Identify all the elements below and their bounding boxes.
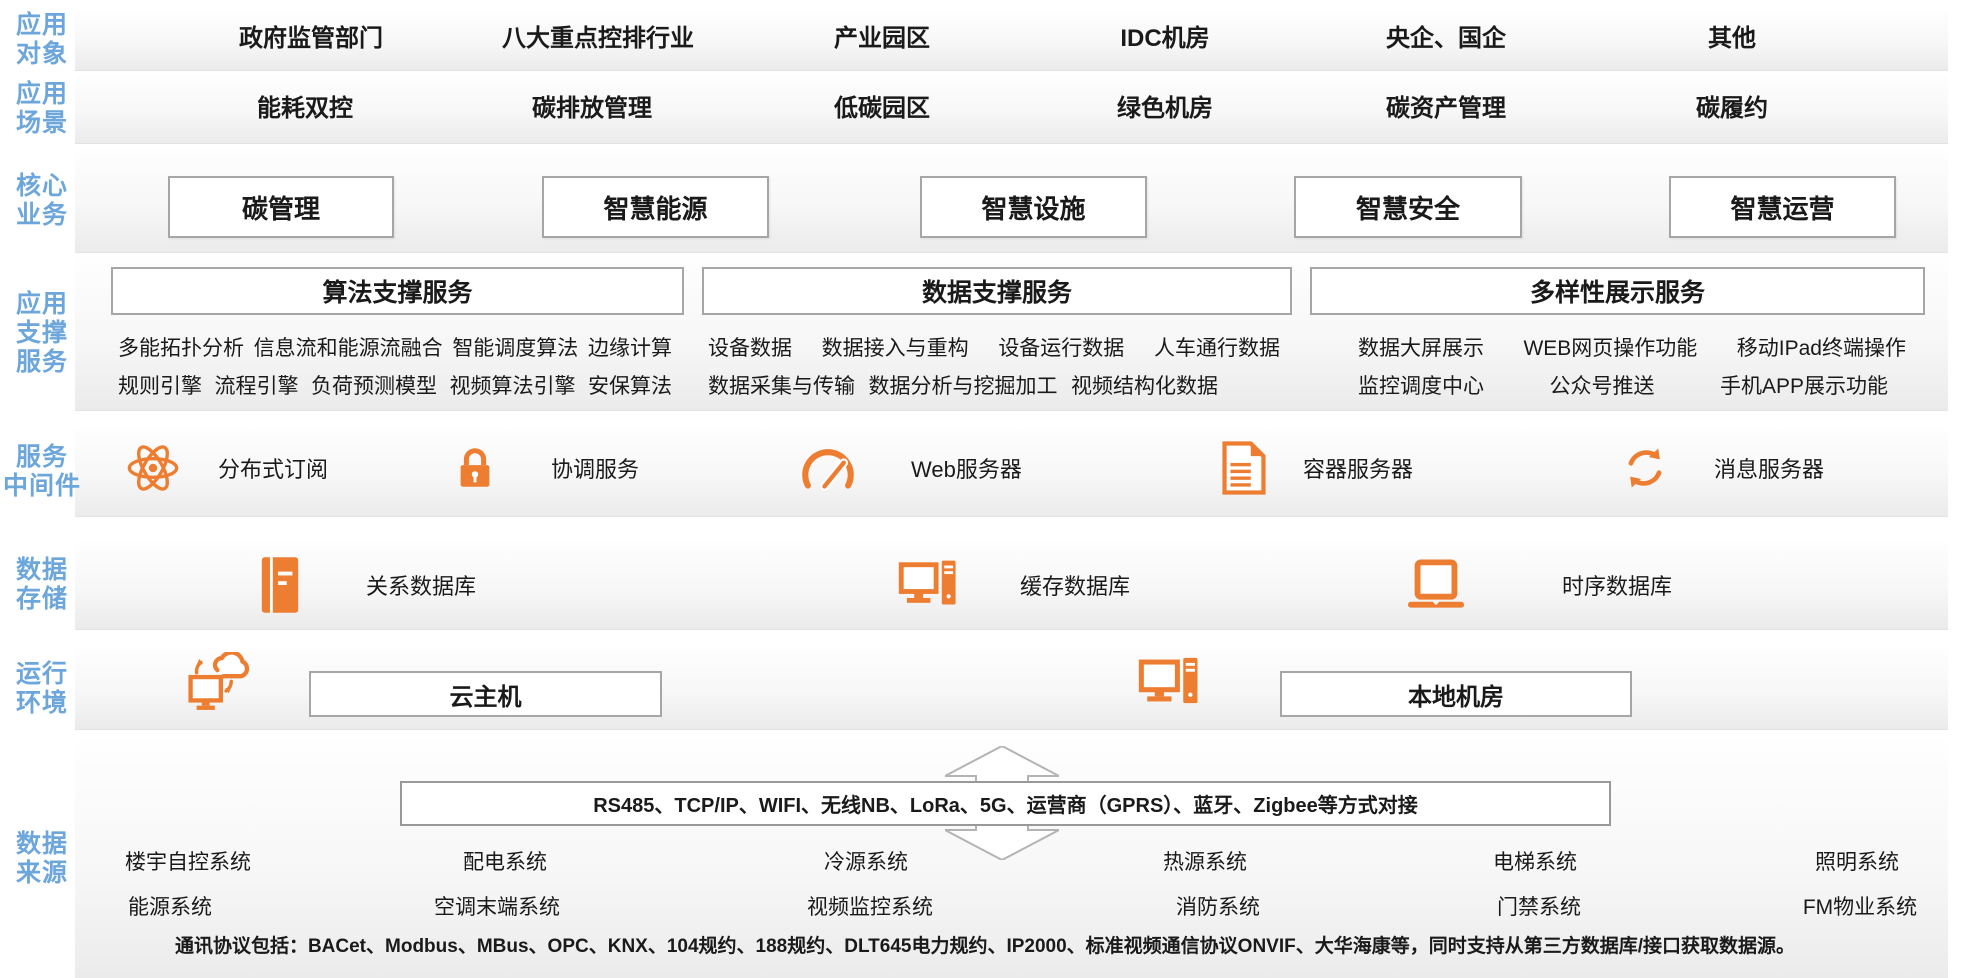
display-items-row2: 监控调度中心 公众号推送 手机APP展示功能 [1358,370,1888,400]
middleware-item: 分布式订阅 [126,436,328,500]
support-header-display: 多样性展示服务 [1310,267,1925,315]
data-items-row2: 数据采集与传输 数据分析与挖掘加工 视频结构化数据 [708,370,1218,400]
core-business-box: 碳管理 [168,176,394,238]
application-object: IDC机房 [1005,14,1325,64]
source-system: FM物业系统 [1750,891,1970,921]
data-items-row1: 设备数据 数据接入与重构 设备运行数据 人车通行数据 [708,332,1280,362]
runtime-box-local: 本地机房 [1280,671,1632,717]
row-label-core-business: 核心业务 [0,149,84,252]
application-object: 八大重点控排行业 [438,14,758,64]
desktop-icon [1138,656,1200,710]
protocol-note: 通讯协议包括：BACet、Modbus、MBus、OPC、KNX、104规约、1… [75,931,1895,958]
row-label-runtime: 运行环境 [0,648,84,729]
middleware-item: Web服务器 [800,436,1022,500]
connect-bar: RS485、TCP/IP、WIFI、无线NB、LoRa、5G、运营商（GPRS）… [400,781,1611,826]
middleware-label: 分布式订阅 [218,452,328,484]
middleware-item: 消息服务器 [1620,436,1824,500]
core-business-box: 智慧设施 [920,176,1147,238]
storage-item: 时序数据库 [1405,551,1672,619]
row-label-data-sources: 数据来源 [0,739,84,978]
gauge-icon [800,445,856,491]
row-label-data-storage: 数据存储 [0,541,84,629]
sync-icon [1620,443,1670,493]
runtime-box-cloud: 云主机 [309,671,662,717]
application-scenario: 低碳园区 [722,84,1042,134]
support-header-algorithm: 算法支撑服务 [111,267,684,315]
row-label-middleware: 服务中间件 [0,428,84,516]
source-system: 视频监控系统 [760,891,980,921]
core-business-box: 智慧安全 [1294,176,1522,238]
middleware-label: 容器服务器 [1303,452,1413,484]
application-scenario: 碳资产管理 [1286,84,1606,134]
application-object: 其他 [1572,14,1892,64]
source-system: 门禁系统 [1429,891,1649,921]
core-business-box: 智慧运营 [1669,176,1896,238]
source-system: 照明系统 [1747,846,1967,876]
cloud-computer-icon [186,652,254,716]
storage-label: 缓存数据库 [1020,569,1130,601]
storage-label: 时序数据库 [1562,569,1672,601]
application-object: 央企、国企 [1286,14,1606,64]
desktop-icon [898,559,958,611]
application-scenario: 碳排放管理 [432,84,752,134]
middleware-label: 协调服务 [551,452,639,484]
storage-label: 关系数据库 [366,569,476,601]
middleware-item: 容器服务器 [1222,436,1413,500]
application-scenario: 碳履约 [1572,84,1892,134]
core-business-box: 智慧能源 [542,176,769,238]
application-object: 政府监管部门 [151,14,471,64]
source-system: 空调末端系统 [387,891,607,921]
middleware-item: 协调服务 [452,436,639,500]
laptop-icon [1405,559,1467,611]
storage-item: 关系数据库 [258,551,476,619]
application-object: 产业园区 [722,14,1042,64]
middleware-label: Web服务器 [911,452,1022,484]
source-system: 能源系统 [60,891,280,921]
row-label-application-objects: 应用对象 [0,10,84,70]
storage-item: 缓存数据库 [898,551,1130,619]
lock-icon [452,442,498,494]
application-scenario: 绿色机房 [1005,84,1325,134]
source-system: 楼宇自控系统 [78,846,298,876]
architecture-diagram: 应用对象 应用场景 核心业务 应用支撑服务 服务中间件 数据存储 运行环境 数据… [0,0,1975,978]
document-icon [1222,440,1266,496]
algorithm-items-row1: 多能拓扑分析 信息流和能源流融合 智能调度算法 边缘计算 [118,332,672,362]
atom-icon [126,441,180,495]
source-system: 电梯系统 [1425,846,1645,876]
display-items-row1: 数据大屏展示 WEB网页操作功能 移动IPad终端操作 [1358,332,1906,362]
source-system: 冷源系统 [756,846,976,876]
book-icon [258,555,302,615]
algorithm-items-row2: 规则引擎 流程引擎 负荷预测模型 视频算法引擎 安保算法 [118,370,672,400]
middleware-label: 消息服务器 [1714,452,1824,484]
row-label-support-services: 应用支撑服务 [0,256,84,410]
source-system: 消防系统 [1108,891,1328,921]
source-system: 配电系统 [395,846,615,876]
source-system: 热源系统 [1095,846,1315,876]
application-scenario: 能耗双控 [145,84,465,134]
support-header-data: 数据支撑服务 [702,267,1292,315]
row-label-application-scenarios: 应用场景 [0,75,84,143]
